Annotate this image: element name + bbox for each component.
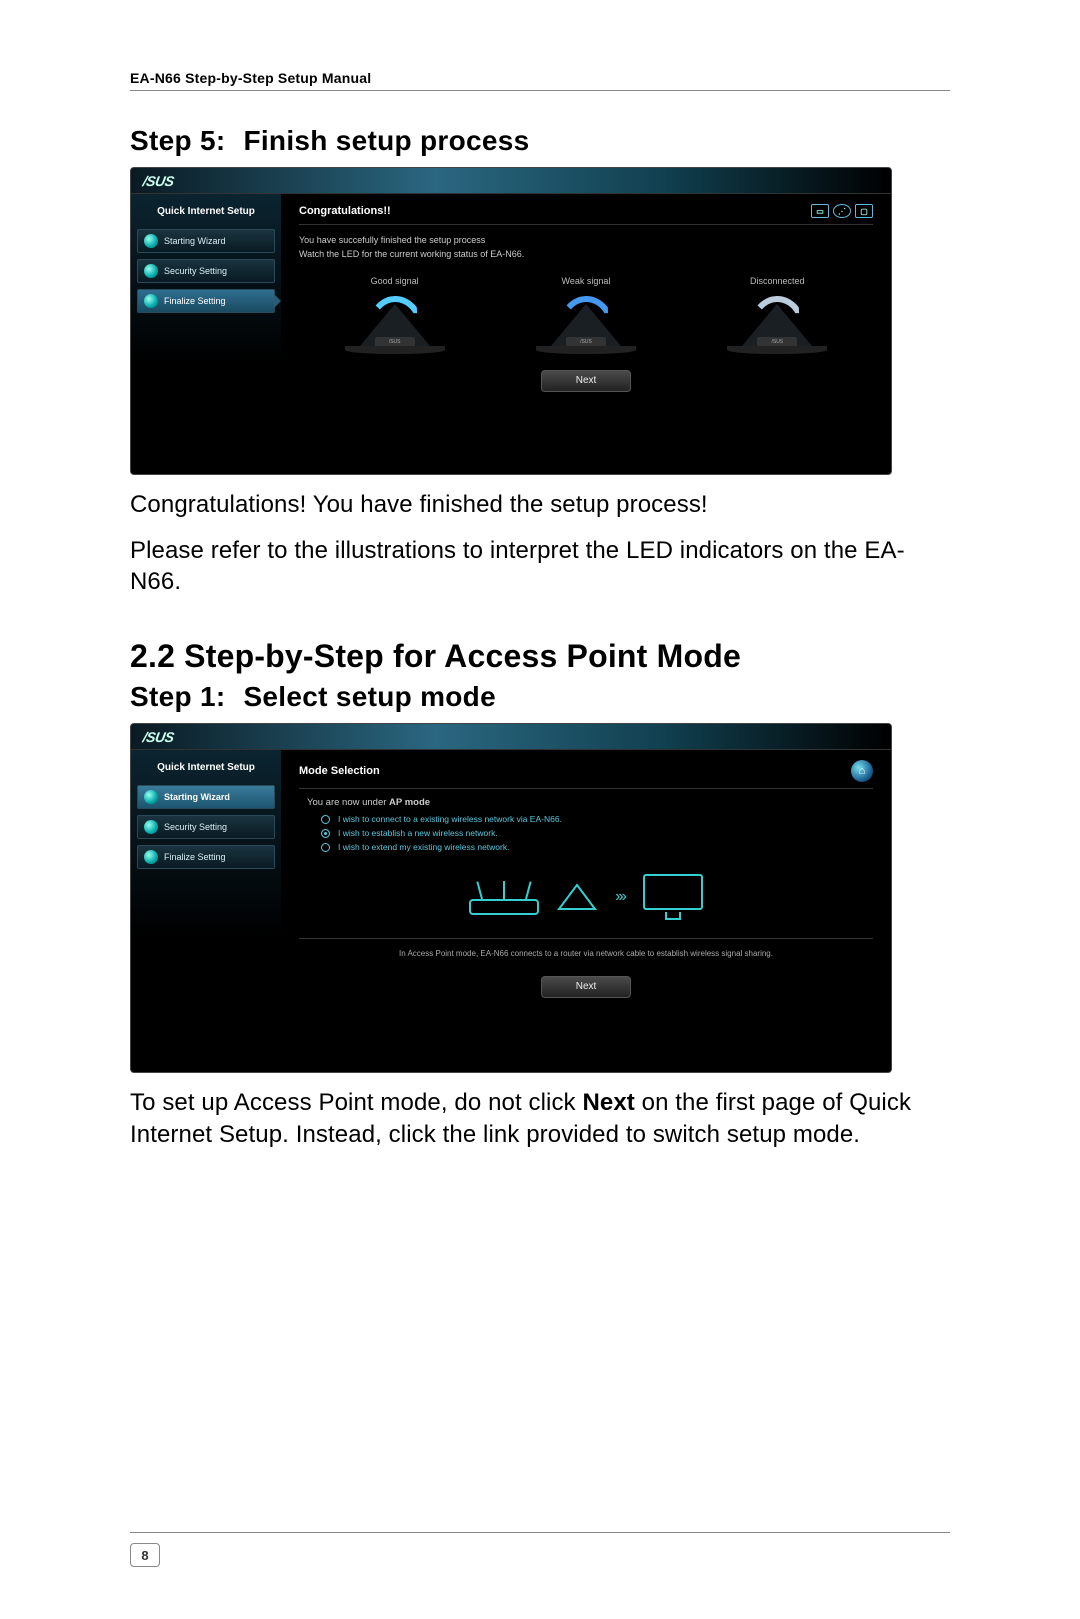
- step1-label: Step 1:: [130, 681, 225, 712]
- wifi-wave-icon: ›››: [615, 888, 625, 906]
- step-dot-icon: [144, 234, 158, 248]
- screenshot-mode-selection: /SUS Quick Internet Setup Starting Wizar…: [130, 723, 892, 1073]
- mode-opt1-label: I wish to connect to a existing wireless…: [338, 814, 562, 824]
- next-button[interactable]: Next: [541, 370, 631, 392]
- para-congrats: Congratulations! You have finished the s…: [130, 489, 950, 521]
- ui1-panel-title: Congratulations!!: [299, 205, 391, 217]
- monitor-icon: ▢: [855, 204, 873, 218]
- ui1-main: Congratulations!! ▭ ⋰ ▢ You have succefu…: [281, 194, 891, 474]
- step5-heading: Step 5: Finish setup process: [130, 125, 950, 157]
- step-dot-icon: [144, 820, 158, 834]
- step1-title: Select setup mode: [243, 681, 496, 712]
- page-number: 8: [130, 1543, 160, 1567]
- sidebar-item-finalize-setting[interactable]: Finalize Setting: [137, 289, 275, 313]
- dev-label-good: Good signal: [325, 276, 465, 286]
- radio-selected-icon: [321, 829, 330, 838]
- header-rule: [130, 90, 950, 91]
- signal-icon: ⋰: [833, 204, 851, 218]
- ui2-topbar: /SUS: [131, 724, 891, 750]
- home-icon[interactable]: ⌂: [851, 760, 873, 782]
- step-dot-icon: [144, 790, 158, 804]
- router-icon: [469, 879, 539, 915]
- monitor-icon: [643, 874, 703, 920]
- step1-heading: Step 1: Select setup mode: [130, 681, 950, 713]
- ui1-sidebar: Quick Internet Setup Starting Wizard Sec…: [131, 194, 281, 474]
- ui1-side-title: Quick Internet Setup: [137, 206, 275, 217]
- sidebar2-label-2: Security Setting: [164, 822, 227, 832]
- device-weak-signal: /SUS: [536, 292, 636, 352]
- ui1-msg1: You have succefully finished the setup p…: [299, 233, 873, 247]
- ui1-topbar: /SUS: [131, 168, 891, 194]
- asus-logo: /SUS: [142, 729, 176, 745]
- sidebar-item-security-setting[interactable]: Security Setting: [137, 259, 275, 283]
- mode-radio-group: I wish to connect to a existing wireless…: [321, 814, 873, 852]
- page-footer: 8: [130, 1532, 950, 1567]
- para-led: Please refer to the illustrations to int…: [130, 535, 950, 598]
- step-dot-icon: [144, 294, 158, 308]
- sidebar-label-1: Starting Wizard: [164, 236, 226, 246]
- dev-label-weak: Weak signal: [516, 276, 656, 286]
- mode-opt-connect-existing[interactable]: I wish to connect to a existing wireless…: [321, 814, 873, 824]
- mode-status: You are now under AP mode: [307, 797, 873, 808]
- dev-label-disc: Disconnected: [707, 276, 847, 286]
- ap-mode-illustration: ›››: [299, 874, 873, 920]
- mode-opt2-label: I wish to establish a new wireless netwo…: [338, 828, 498, 838]
- sidebar-label-2: Security Setting: [164, 266, 227, 276]
- running-header: EA-N66 Step-by-Step Setup Manual: [130, 70, 950, 86]
- sidebar-item-security-setting[interactable]: Security Setting: [137, 815, 275, 839]
- step-dot-icon: [144, 264, 158, 278]
- sidebar-label-3: Finalize Setting: [164, 296, 226, 306]
- sidebar-item-starting-wizard[interactable]: Starting Wizard: [137, 229, 275, 253]
- step-dot-icon: [144, 850, 158, 864]
- sidebar-item-starting-wizard[interactable]: Starting Wizard: [137, 785, 275, 809]
- para-ap-instruction: To set up Access Point mode, do not clic…: [130, 1087, 950, 1150]
- device-good-signal: /SUS: [345, 292, 445, 352]
- asus-logo: /SUS: [142, 173, 176, 189]
- led-illustration-row: Good signal /SUS Weak signal /SUS Discon…: [299, 276, 873, 352]
- mode-opt-extend[interactable]: I wish to extend my existing wireless ne…: [321, 842, 873, 852]
- section-2-2-heading: 2.2 Step-by-Step for Access Point Mode: [130, 638, 950, 675]
- mode-opt-establish-new[interactable]: I wish to establish a new wireless netwo…: [321, 828, 873, 838]
- device-disconnected: /SUS: [727, 292, 827, 352]
- ui1-msg2: Watch the LED for the current working st…: [299, 247, 873, 261]
- radio-icon: [321, 843, 330, 852]
- ui1-header-icons: ▭ ⋰ ▢: [811, 204, 873, 218]
- step5-label: Step 5:: [130, 125, 225, 156]
- ap-mode-footer: In Access Point mode, EA-N66 connects to…: [299, 938, 873, 958]
- radio-icon: [321, 815, 330, 824]
- ui2-main: Mode Selection ⌂ You are now under AP mo…: [281, 750, 891, 1060]
- sidebar2-label-3: Finalize Setting: [164, 852, 226, 862]
- mode-opt3-label: I wish to extend my existing wireless ne…: [338, 842, 509, 852]
- screenshot-finish-setup: /SUS Quick Internet Setup Starting Wizar…: [130, 167, 892, 475]
- step5-title: Finish setup process: [243, 125, 529, 156]
- ui2-panel-title: Mode Selection: [299, 765, 380, 777]
- ui2-side-title: Quick Internet Setup: [137, 762, 275, 773]
- ui2-sidebar: Quick Internet Setup Starting Wizard Sec…: [131, 750, 281, 1060]
- card-icon: ▭: [811, 204, 829, 218]
- ea-n66-icon: [557, 883, 597, 911]
- sidebar2-label-1: Starting Wizard: [164, 792, 230, 802]
- sidebar-item-finalize-setting[interactable]: Finalize Setting: [137, 845, 275, 869]
- next-button[interactable]: Next: [541, 976, 631, 998]
